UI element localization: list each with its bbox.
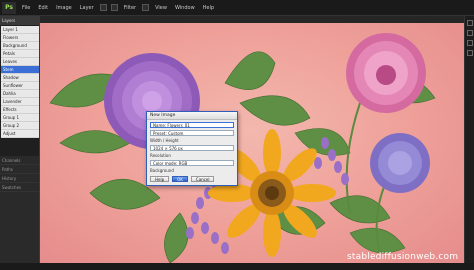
layer-row[interactable]: Effects bbox=[1, 106, 39, 114]
new-image-dialog: New Image Name: Flowers_01 Preset: Custo… bbox=[146, 111, 238, 186]
name-field[interactable]: Name: Flowers_01 bbox=[150, 122, 234, 128]
layer-row[interactable]: Dahlia bbox=[1, 90, 39, 98]
menu-window[interactable]: Window bbox=[171, 5, 199, 11]
properties-icon[interactable] bbox=[466, 30, 473, 36]
size-label: Width / Height bbox=[150, 138, 179, 143]
panel-toggle-icon[interactable] bbox=[466, 20, 473, 26]
panel-tab-channels[interactable]: Channels bbox=[0, 156, 39, 165]
layer-row[interactable]: Sunflower bbox=[1, 82, 39, 90]
preset-field[interactable]: Preset: Custom bbox=[150, 130, 234, 136]
menu-image[interactable]: Image bbox=[52, 5, 76, 11]
flower-artwork bbox=[49, 33, 436, 263]
layer-row[interactable]: Group 2 bbox=[1, 122, 39, 130]
menu-view[interactable]: View bbox=[151, 5, 171, 11]
styles-icon[interactable] bbox=[466, 50, 473, 56]
resolution-label: Resolution bbox=[150, 153, 171, 158]
document-canvas[interactable] bbox=[40, 23, 464, 263]
move-tool-icon[interactable] bbox=[99, 4, 107, 11]
options-bar bbox=[40, 16, 464, 23]
color-mode-field[interactable]: Color mode: RGB bbox=[150, 160, 234, 166]
layers-list: Layer 1 Flowers Background Petals Leaves… bbox=[1, 26, 39, 138]
layers-panel: Layers Layer 1 Flowers Background Petals… bbox=[0, 16, 40, 270]
layer-row[interactable]: Flowers bbox=[1, 34, 39, 42]
layer-row[interactable]: Adjust bbox=[1, 130, 39, 138]
menu-edit[interactable]: Edit bbox=[34, 5, 52, 11]
layer-row[interactable]: Background bbox=[1, 42, 39, 50]
secondary-panel: Channels Paths History Swatches bbox=[0, 156, 39, 266]
layer-row[interactable]: Layer 1 bbox=[1, 26, 39, 34]
layer-row[interactable]: Leaves bbox=[1, 58, 39, 66]
background-label: Background bbox=[150, 168, 174, 173]
menu-file[interactable]: File bbox=[18, 5, 34, 11]
menu-help[interactable]: Help bbox=[199, 5, 218, 11]
cancel-button[interactable]: Cancel bbox=[190, 176, 215, 182]
app-logo: Ps bbox=[2, 1, 16, 14]
ok-button[interactable]: OK bbox=[172, 176, 188, 182]
panel-tab-paths[interactable]: Paths bbox=[0, 165, 39, 174]
layers-panel-header: Layers bbox=[0, 16, 39, 25]
help-button[interactable]: Help bbox=[150, 176, 170, 182]
panel-tab-history[interactable]: History bbox=[0, 174, 39, 183]
menu-layer[interactable]: Layer bbox=[76, 5, 98, 11]
select-tool-icon[interactable] bbox=[110, 4, 118, 11]
adjustments-icon[interactable] bbox=[466, 40, 473, 46]
status-bar bbox=[0, 263, 474, 270]
layer-row[interactable]: Shadow bbox=[1, 74, 39, 82]
layer-row-selected[interactable]: Stem bbox=[1, 66, 39, 74]
layer-row[interactable]: Group 1 bbox=[1, 114, 39, 122]
editor-window: Ps File Edit Image Layer Filter View Win… bbox=[0, 0, 474, 270]
size-field[interactable]: 1024 × 576 px bbox=[150, 145, 234, 151]
right-tool-strip bbox=[464, 16, 474, 270]
panel-tab-swatches[interactable]: Swatches bbox=[0, 183, 39, 192]
layer-row[interactable]: Lavender bbox=[1, 98, 39, 106]
dialog-buttons: Help OK Cancel bbox=[150, 176, 215, 182]
brush-tool-icon[interactable] bbox=[142, 4, 150, 11]
dialog-title: New Image bbox=[147, 112, 237, 120]
watermark: stablediffusionweb.com bbox=[347, 252, 459, 262]
menu-filter[interactable]: Filter bbox=[120, 5, 140, 11]
layer-row[interactable]: Petals bbox=[1, 50, 39, 58]
menu-bar: Ps File Edit Image Layer Filter View Win… bbox=[0, 0, 474, 16]
